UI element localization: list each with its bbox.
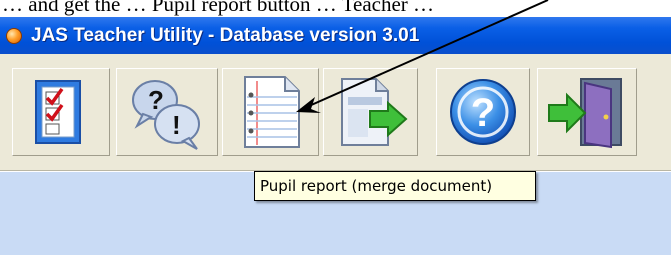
exit-button[interactable] xyxy=(537,68,637,156)
pupil-report-button[interactable] xyxy=(222,68,319,156)
exit-door-icon xyxy=(548,78,622,149)
app-orb-icon xyxy=(6,27,22,44)
title-bar: JAS Teacher Utility - Database version 3… xyxy=(0,17,671,54)
export-document-arrow-icon xyxy=(340,78,408,146)
question-exclamation-icon: ? ! xyxy=(132,80,200,150)
window-title: JAS Teacher Utility - Database version 3… xyxy=(31,24,420,46)
toolbar: ? ! ? xyxy=(0,54,671,171)
checklist-button[interactable] xyxy=(12,68,110,156)
app-window: JAS Teacher Utility - Database version 3… xyxy=(0,17,671,255)
svg-text:!: ! xyxy=(172,110,181,140)
help-button[interactable]: ? xyxy=(436,68,530,156)
help-icon: ? xyxy=(450,79,516,145)
merge-export-button[interactable] xyxy=(323,68,418,156)
notepad-document-icon xyxy=(243,76,300,148)
questions-button[interactable]: ? ! xyxy=(116,68,218,156)
document-caption-text: … and get the … Pupil report button … Te… xyxy=(2,0,435,16)
checklist-icon xyxy=(35,80,81,144)
help-glyph: ? xyxy=(471,91,495,135)
button-tooltip: Pupil report (merge document) xyxy=(254,171,536,201)
